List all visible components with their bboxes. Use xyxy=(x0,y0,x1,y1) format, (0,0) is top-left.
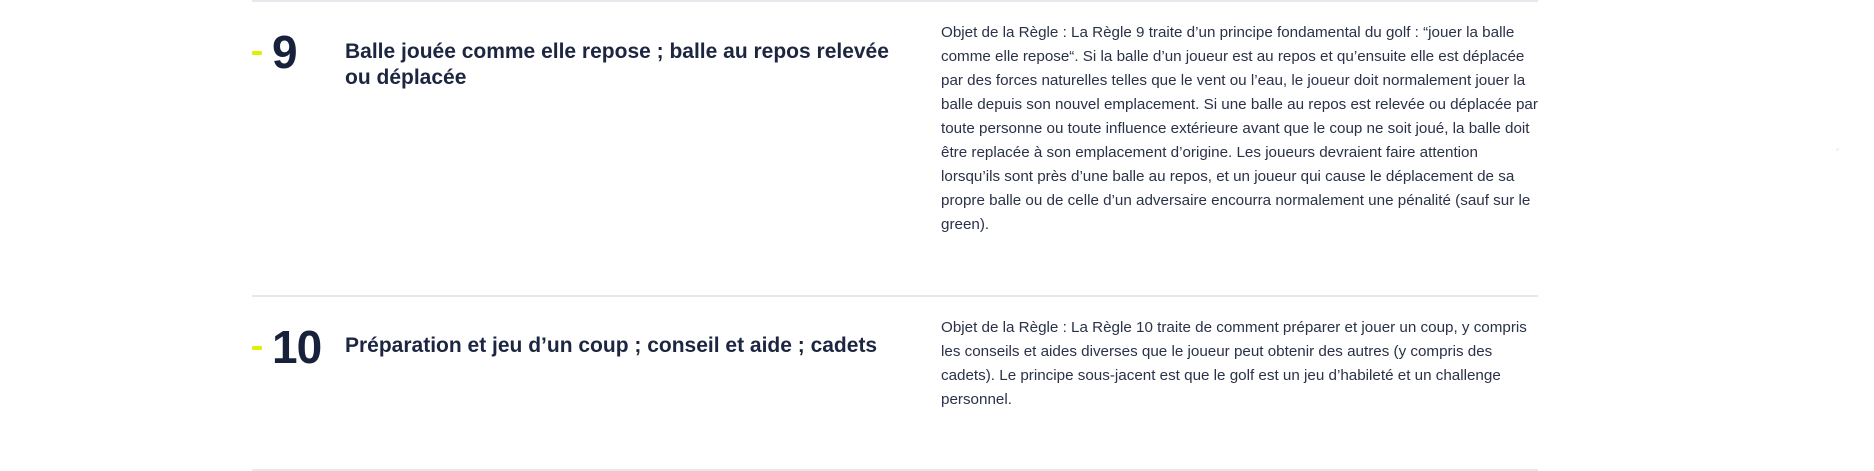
rule-item-9[interactable]: 9 Balle jouée comme elle repose ; balle … xyxy=(252,2,1538,295)
rule-item-10[interactable]: 10 Préparation et jeu d’un coup ; consei… xyxy=(252,297,1538,469)
accent-dash-icon xyxy=(252,346,262,350)
accent-dash-icon xyxy=(252,51,262,55)
rule-number: 10 xyxy=(272,321,322,373)
rule-description: Objet de la Règle : La Règle 9 traite d’… xyxy=(941,24,1538,233)
rules-list: 9 Balle jouée comme elle repose ; balle … xyxy=(252,0,1538,471)
rule-title[interactable]: Préparation et jeu d’un coup ; conseil e… xyxy=(345,333,895,359)
scroll-indicator-icon xyxy=(1836,148,1839,151)
rule-description: Objet de la Règle : La Règle 10 traite d… xyxy=(941,319,1527,408)
rule-number: 9 xyxy=(272,26,298,78)
rule-title[interactable]: Balle jouée comme elle repose ; balle au… xyxy=(345,39,895,91)
